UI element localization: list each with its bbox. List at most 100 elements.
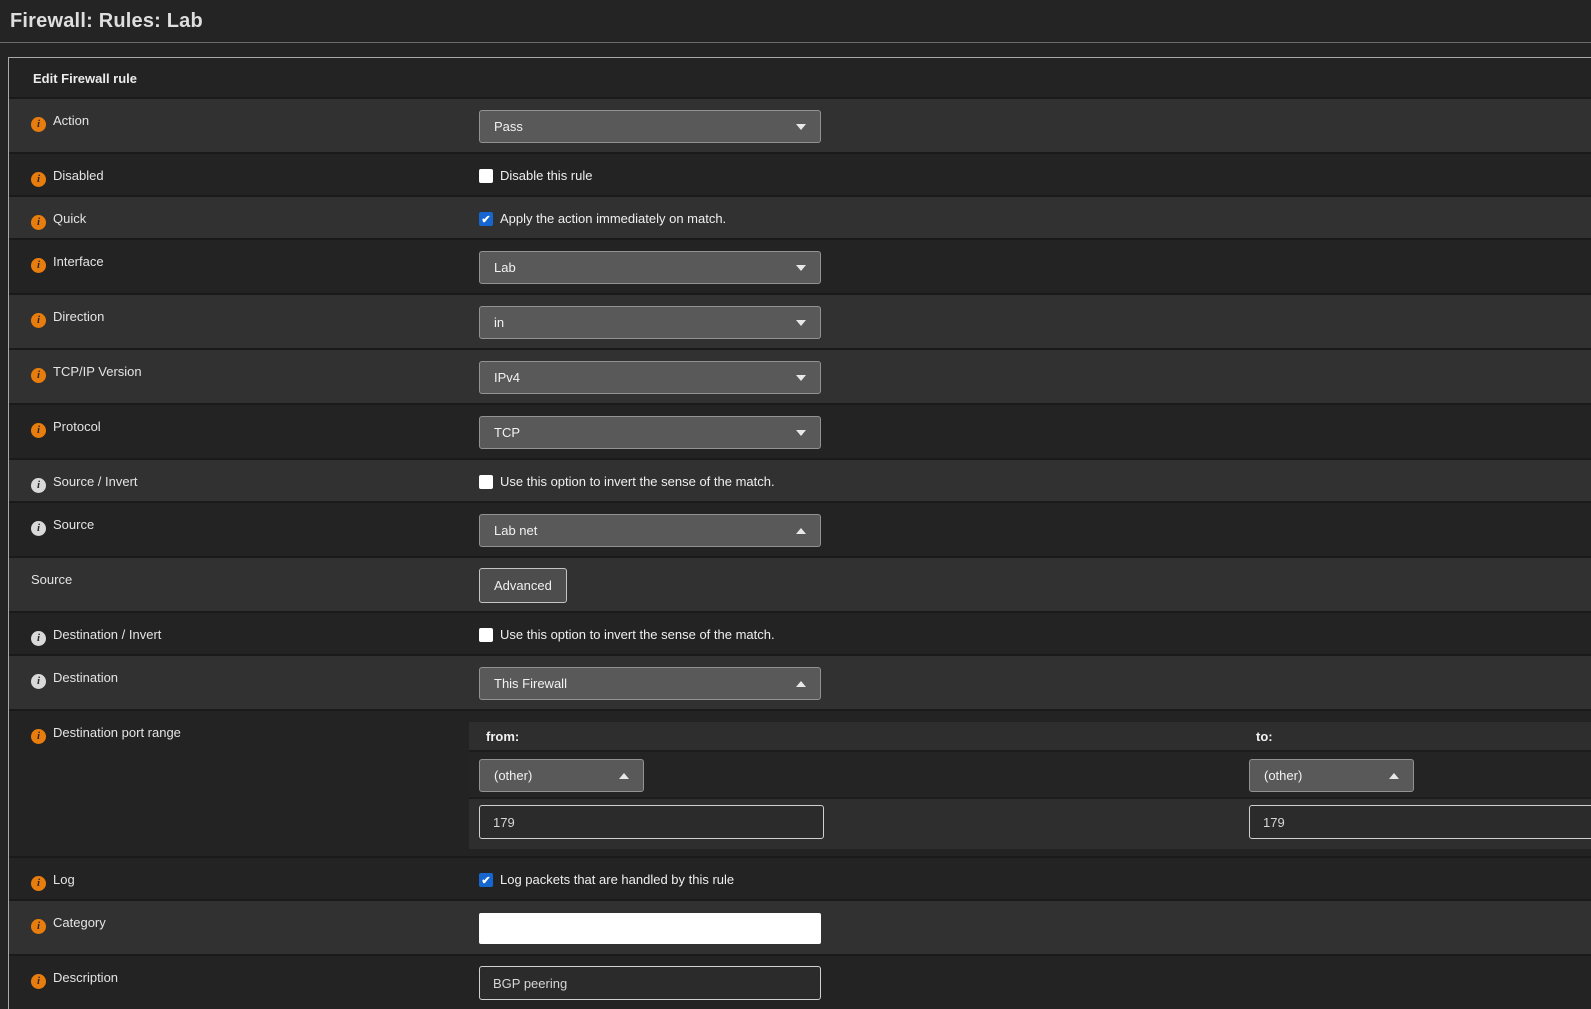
row-control-protocol: TCP (469, 405, 1591, 458)
row-label-destination: i Destination (9, 656, 469, 709)
quick-checkbox[interactable] (479, 212, 493, 226)
row-label-action: iAction (9, 99, 469, 152)
row-control-interface: Lab (469, 240, 1591, 293)
source-invert-checkbox-label: Use this option to invert the sense of t… (500, 474, 775, 489)
firewall-rule-form: iAction Pass iDisabledDisable this ruleiQu… (9, 97, 1591, 1009)
row-label-direction: i Direction (9, 295, 469, 348)
tcpip-version-select-value: IPv4 (494, 370, 520, 385)
info-icon[interactable]: i (31, 215, 46, 230)
info-icon[interactable]: i (31, 919, 46, 934)
port-from-select-value: (other) (494, 768, 532, 783)
port-to-select[interactable]: (other) (1249, 759, 1414, 792)
port-to-select-cell: (other) (1249, 752, 1591, 797)
row-control-log: Log packets that are handled by this rul… (469, 858, 1591, 899)
direction-select[interactable]: in (479, 306, 821, 339)
port-to-label: to: (1256, 722, 1273, 744)
category-input[interactable] (479, 913, 821, 944)
row-destination-port-range: iDestination port rangefrom:to:(other)(o… (9, 709, 1591, 856)
row-control-tcpip-version: IPv4 (469, 350, 1591, 403)
direction-select-value: in (494, 315, 504, 330)
destination-select-value: This Firewall (494, 676, 567, 691)
row-description: iDescription (9, 954, 1591, 1009)
caret-down-icon (796, 265, 806, 271)
row-source-advanced: SourceAdvanced (9, 556, 1591, 611)
info-icon[interactable]: i (31, 729, 46, 744)
row-control-category (469, 901, 1591, 954)
description-input[interactable] (479, 966, 821, 1000)
destination-invert-checkbox-wrap: Use this option to invert the sense of t… (479, 613, 1591, 642)
row-label-interface: iInterface (9, 240, 469, 293)
destination-invert-checkbox-label: Use this option to invert the sense of t… (500, 627, 775, 642)
row-direction: i Direction in (9, 293, 1591, 348)
row-label-destination-invert: i Destination / Invert (9, 613, 469, 654)
source-invert-label-text: Source / Invert (53, 474, 138, 489)
disabled-checkbox[interactable] (479, 169, 493, 183)
row-label-tcpip-version: i TCP/IP Version (9, 350, 469, 403)
port-from-input-cell (479, 799, 1249, 849)
info-icon[interactable]: i (31, 674, 46, 689)
row-label-description: iDescription (9, 956, 469, 1009)
row-quick: iQuick Apply the action immediately on ma… (9, 195, 1591, 238)
row-disabled: iDisabledDisable this rule (9, 152, 1591, 195)
row-protocol: iProtocolTCP (9, 403, 1591, 458)
port-range-gap (469, 711, 1591, 722)
info-icon[interactable]: i (31, 258, 46, 273)
panel-header: Edit Firewall rule (9, 58, 1591, 97)
tcpip-version-select[interactable]: IPv4 (479, 361, 821, 394)
info-icon[interactable]: i (31, 631, 46, 646)
quick-checkbox-label: Apply the action immediately on match. (500, 211, 726, 226)
source-invert-checkbox[interactable] (479, 475, 493, 489)
row-action: iAction Pass (9, 97, 1591, 152)
info-icon[interactable]: i (31, 313, 46, 328)
info-icon[interactable]: i (31, 423, 46, 438)
row-log: iLog Log packets that are handled by this… (9, 856, 1591, 899)
interface-select[interactable]: Lab (479, 251, 821, 284)
row-control-direction: in (469, 295, 1591, 348)
row-control-source: Lab net (469, 503, 1591, 556)
source-select[interactable]: Lab net (479, 514, 821, 547)
edit-firewall-rule-panel: Edit Firewall rule iAction Pass iDisabledD… (8, 57, 1591, 1009)
port-from-select[interactable]: (other) (479, 759, 644, 792)
direction-label-text: Direction (53, 309, 104, 324)
port-to-select-value: (other) (1264, 768, 1302, 783)
log-checkbox[interactable] (479, 873, 493, 887)
page-title: Firewall: Rules: Lab (10, 10, 1591, 33)
row-category: i Category (9, 899, 1591, 954)
caret-down-icon (796, 320, 806, 326)
port-to-input[interactable] (1249, 805, 1591, 839)
destination-select[interactable]: This Firewall (479, 667, 821, 700)
row-tcpip-version: i TCP/IP Version IPv4 (9, 348, 1591, 403)
row-source-invert: i Source / Invert Use this option to inver… (9, 458, 1591, 501)
protocol-select-value: TCP (494, 425, 520, 440)
tcpip-version-label-text: TCP/IP Version (53, 364, 142, 379)
caret-up-icon (796, 528, 806, 534)
caret-up-icon (1389, 773, 1399, 779)
info-icon[interactable]: i (31, 876, 46, 891)
info-icon[interactable]: i (31, 172, 46, 187)
row-control-destination-port-range: from:to:(other)(other) (469, 711, 1591, 856)
info-icon[interactable]: i (31, 117, 46, 132)
action-select[interactable]: Pass (479, 110, 821, 143)
port-from-input[interactable] (479, 805, 824, 839)
info-icon[interactable]: i (31, 478, 46, 493)
caret-down-icon (796, 124, 806, 130)
interface-select-value: Lab (494, 260, 516, 275)
info-icon[interactable]: i (31, 368, 46, 383)
source-label-text: Source (53, 517, 94, 532)
row-label-quick: iQuick (9, 197, 469, 238)
source-select-value: Lab net (494, 523, 537, 538)
category-label-text: Category (53, 915, 106, 930)
caret-down-icon (796, 375, 806, 381)
destination-invert-checkbox[interactable] (479, 628, 493, 642)
row-label-log: iLog (9, 858, 469, 899)
source-advanced-button[interactable]: Advanced (479, 568, 567, 603)
info-icon[interactable]: i (31, 974, 46, 989)
protocol-select[interactable]: TCP (479, 416, 821, 449)
caret-up-icon (619, 773, 629, 779)
row-source: i Source Lab net (9, 501, 1591, 556)
info-icon[interactable]: i (31, 521, 46, 536)
log-checkbox-wrap: Log packets that are handled by this rul… (479, 858, 1591, 887)
destination-invert-label-text: Destination / Invert (53, 627, 161, 642)
row-control-destination-invert: Use this option to invert the sense of t… (469, 613, 1591, 654)
destination-label-text: Destination (53, 670, 118, 685)
